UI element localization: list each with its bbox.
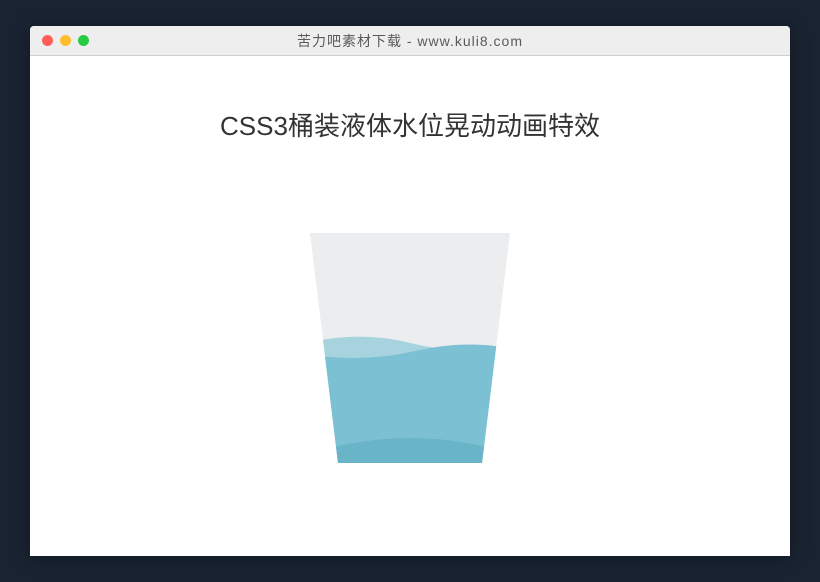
cup-container bbox=[30, 233, 790, 463]
close-icon[interactable] bbox=[42, 35, 53, 46]
window-controls bbox=[42, 35, 89, 46]
window-title: 苦力吧素材下载 - www.kuli8.com bbox=[42, 31, 778, 51]
window-titlebar: 苦力吧素材下载 - www.kuli8.com bbox=[30, 26, 790, 56]
page-content: CSS3桶装液体水位晃动动画特效 bbox=[30, 56, 790, 463]
minimize-icon[interactable] bbox=[60, 35, 71, 46]
page-heading: CSS3桶装液体水位晃动动画特效 bbox=[30, 106, 790, 143]
maximize-icon[interactable] bbox=[78, 35, 89, 46]
browser-window: 苦力吧素材下载 - www.kuli8.com CSS3桶装液体水位晃动动画特效 bbox=[30, 26, 790, 556]
water-cup-icon bbox=[310, 233, 510, 463]
